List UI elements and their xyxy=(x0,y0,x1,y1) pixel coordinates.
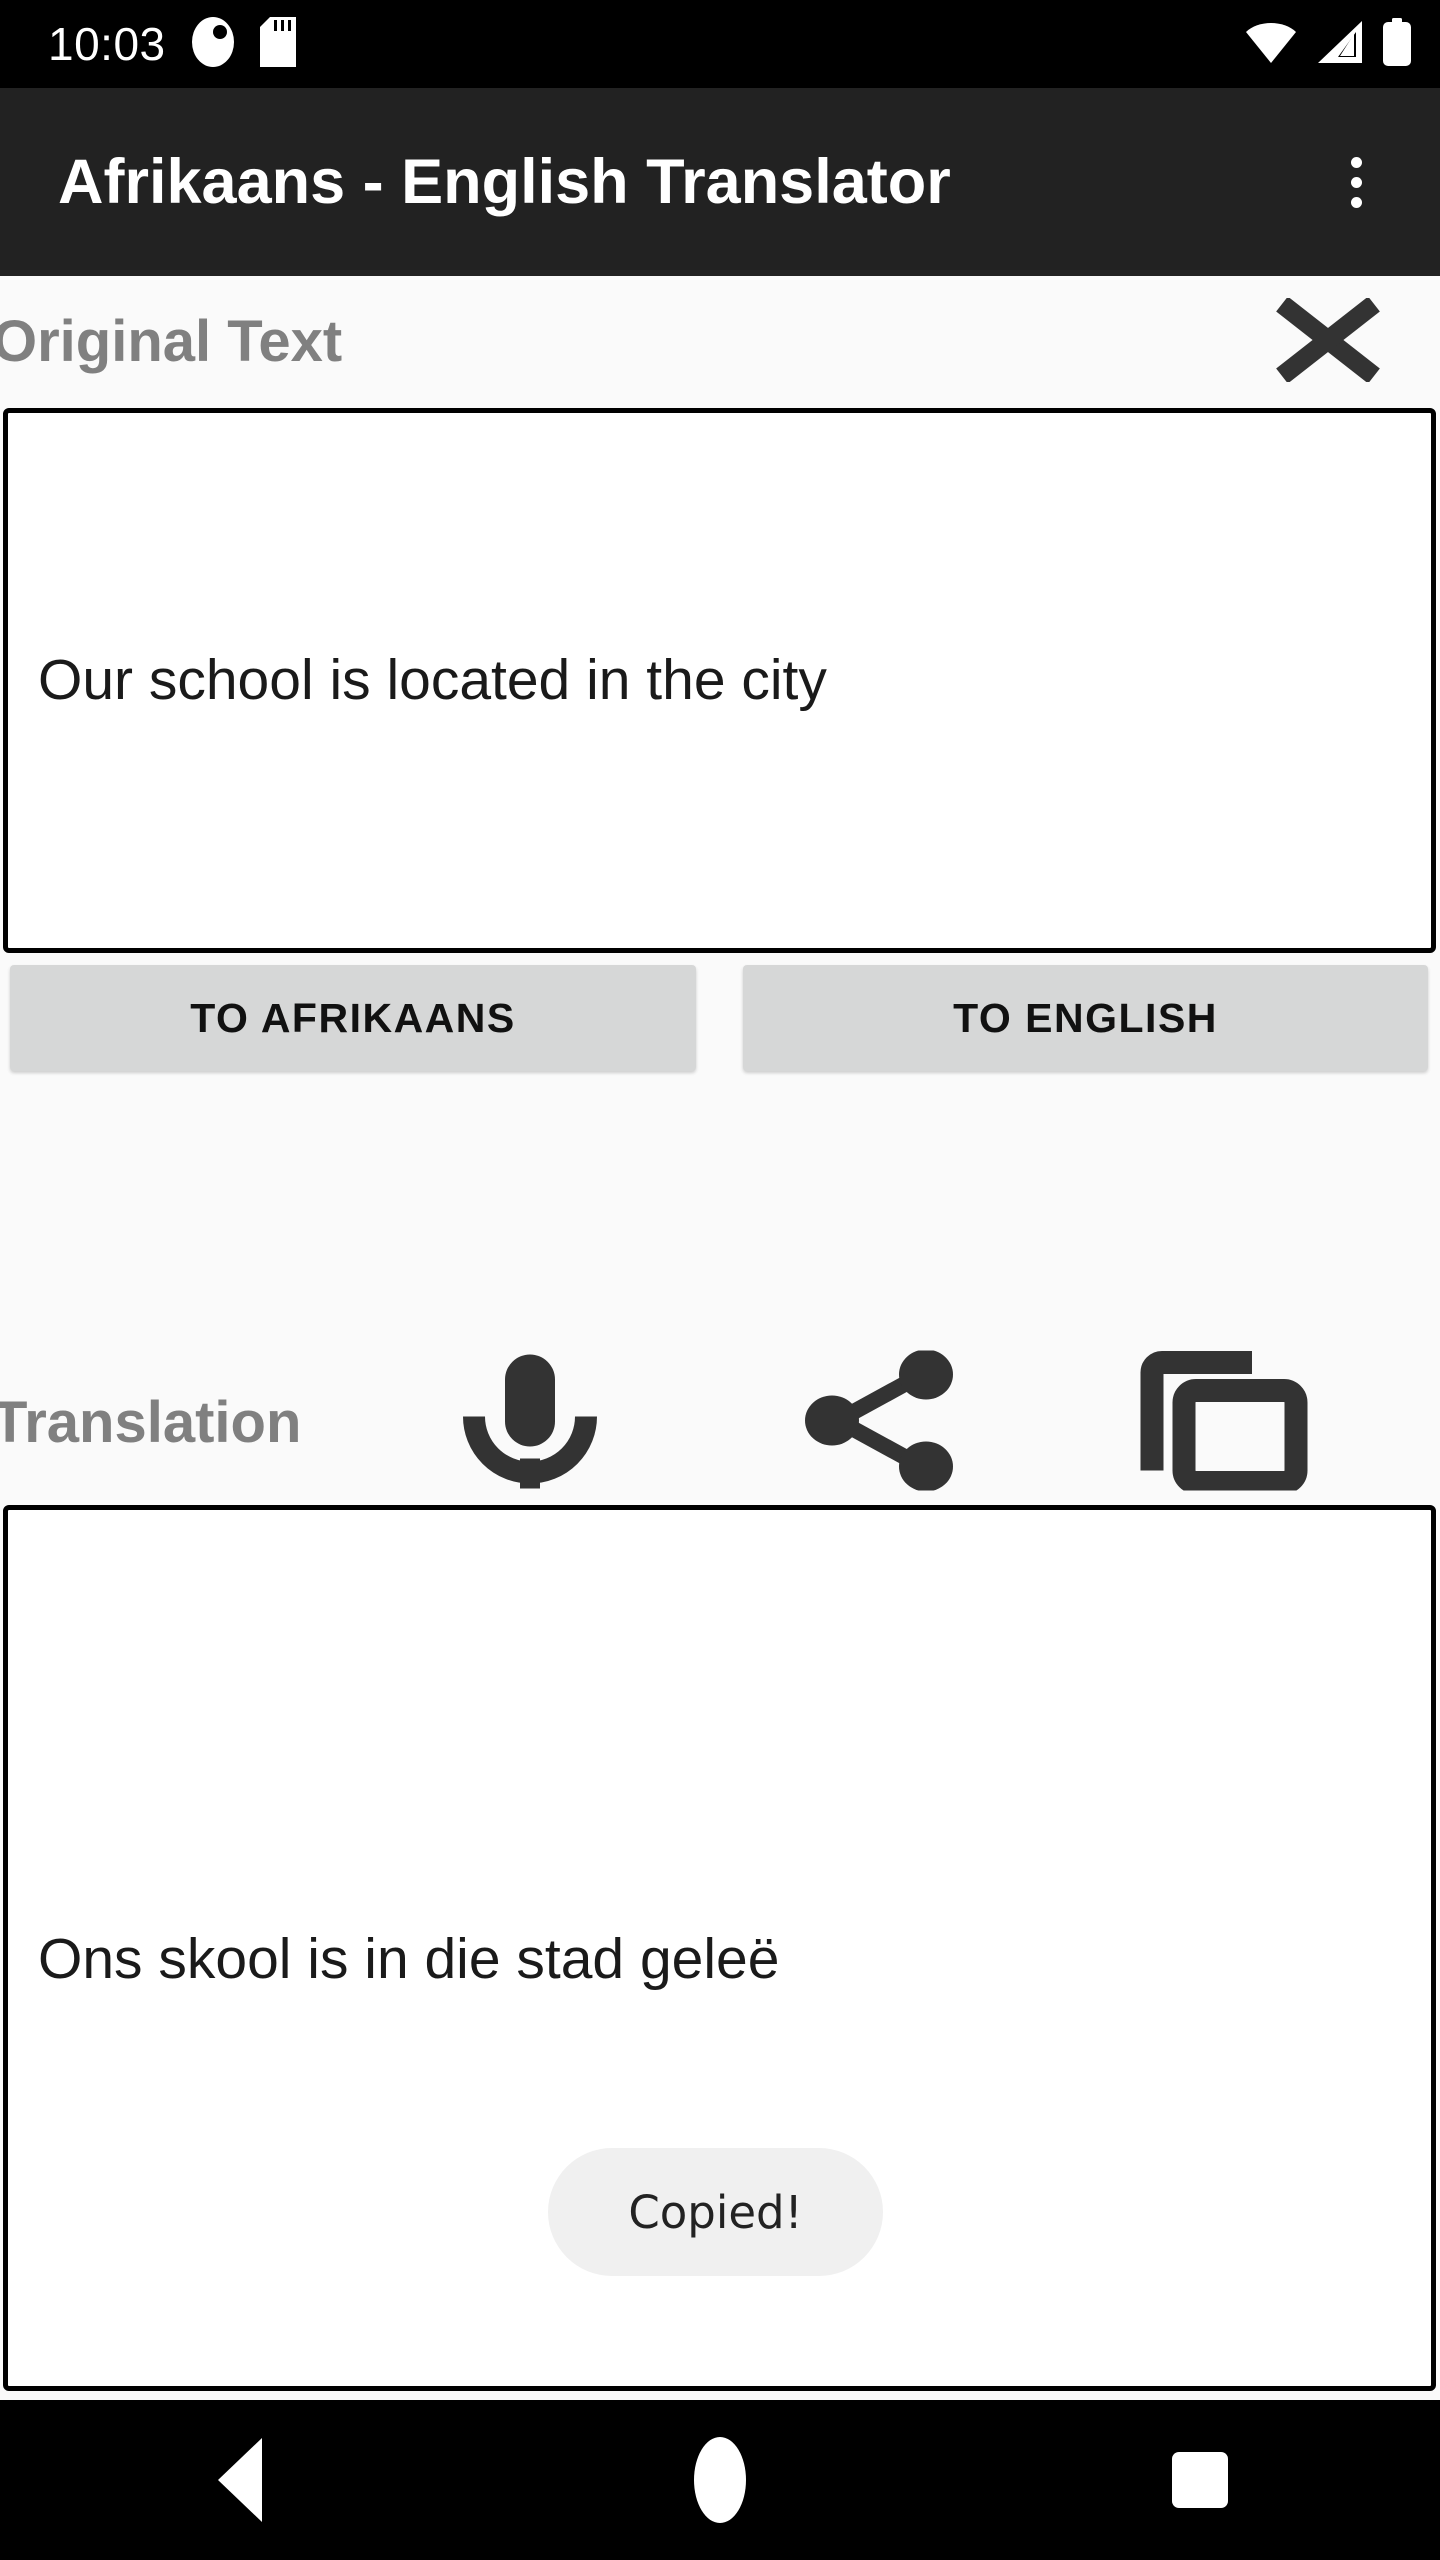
original-text-label: Original Text xyxy=(0,309,343,374)
cellular-signal-icon xyxy=(1316,20,1364,69)
translate-button-row: TO AFRIKAANS TO ENGLISH xyxy=(0,965,1440,1075)
battery-icon xyxy=(1382,17,1412,71)
android-nav-bar xyxy=(0,2400,1440,2560)
triangle-left-icon xyxy=(218,2438,262,2522)
speak-button[interactable] xyxy=(425,1340,635,1505)
original-text-value: Our school is located in the city xyxy=(38,648,827,713)
status-bar: 10:03 xyxy=(0,0,1440,88)
sd-card-icon xyxy=(259,16,296,72)
square-icon xyxy=(1172,2452,1228,2508)
translation-output-value: Ons skool is in die stad geleë xyxy=(38,1927,780,1991)
app-bar: Afrikaans - English Translator xyxy=(0,88,1440,276)
to-afrikaans-label: TO AFRIKAANS xyxy=(190,994,516,1041)
back-button[interactable] xyxy=(0,2400,480,2560)
status-bar-right xyxy=(1244,17,1412,71)
clear-button[interactable] xyxy=(1228,287,1428,397)
status-bar-left: 10:03 xyxy=(48,16,296,72)
menu-dot xyxy=(1350,156,1362,168)
original-text-header: Original Text xyxy=(0,276,1440,408)
recents-button[interactable] xyxy=(960,2400,1440,2560)
menu-dot xyxy=(1350,196,1362,208)
share-icon xyxy=(804,1349,956,1495)
to-english-label: TO ENGLISH xyxy=(953,994,1218,1041)
menu-dot xyxy=(1350,176,1362,188)
toast-copied: Copied! xyxy=(548,2148,883,2276)
original-text-input[interactable]: Our school is located in the city xyxy=(3,408,1436,953)
toast-message: Copied! xyxy=(628,2185,803,2239)
to-afrikaans-button[interactable]: TO AFRIKAANS xyxy=(10,965,696,1071)
status-bar-clock: 10:03 xyxy=(48,18,166,70)
translation-label: Translation xyxy=(0,1389,302,1455)
copy-icon xyxy=(1140,1350,1310,1495)
home-button[interactable] xyxy=(480,2400,960,2560)
more-vert-icon[interactable] xyxy=(1308,134,1404,230)
app-notification-icon xyxy=(191,16,234,72)
translation-header: Translation xyxy=(0,1340,1440,1505)
copy-button[interactable] xyxy=(1110,1340,1340,1505)
wifi-icon xyxy=(1244,20,1298,69)
phone-screen: 10:03 Afrikaans - English Translator Ori… xyxy=(0,0,1440,2560)
to-english-button[interactable]: TO ENGLISH xyxy=(743,965,1428,1071)
page-title: Afrikaans - English Translator xyxy=(58,147,951,217)
circle-icon xyxy=(694,2437,746,2523)
microphone-icon xyxy=(456,1350,604,1495)
close-x-icon xyxy=(1276,296,1380,387)
share-button[interactable] xyxy=(775,1340,985,1505)
